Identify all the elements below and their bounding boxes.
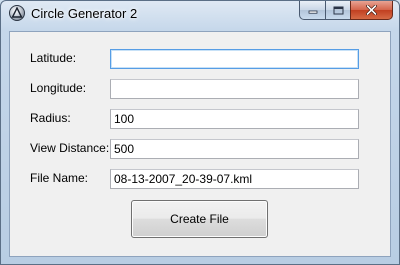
latitude-label: Latitude: xyxy=(30,51,77,65)
minimize-button[interactable] xyxy=(299,1,325,20)
radius-label: Radius: xyxy=(30,111,71,125)
view-distance-label: View Distance: xyxy=(30,141,110,155)
radius-input[interactable] xyxy=(110,109,359,129)
maximize-icon xyxy=(333,6,343,14)
file-name-input[interactable] xyxy=(110,169,359,189)
create-file-button[interactable]: Create File xyxy=(131,200,268,238)
title-bar[interactable]: Circle Generator 2 xyxy=(1,1,399,28)
close-icon xyxy=(366,5,377,15)
form-panel: Latitude: Longitude: Radius: View Distan… xyxy=(9,31,391,257)
minimize-icon xyxy=(308,10,317,14)
latitude-input[interactable] xyxy=(110,49,359,69)
maximize-button[interactable] xyxy=(325,1,350,20)
longitude-input[interactable] xyxy=(110,79,359,99)
app-window: Circle Generator 2 Latitude: Longitude: … xyxy=(0,0,400,265)
close-button[interactable] xyxy=(350,1,393,20)
file-name-label: File Name: xyxy=(30,171,89,185)
app-icon[interactable] xyxy=(9,5,25,21)
longitude-label: Longitude: xyxy=(30,81,87,95)
caption-buttons xyxy=(299,1,393,20)
window-title: Circle Generator 2 xyxy=(31,6,138,21)
view-distance-input[interactable] xyxy=(110,139,359,159)
